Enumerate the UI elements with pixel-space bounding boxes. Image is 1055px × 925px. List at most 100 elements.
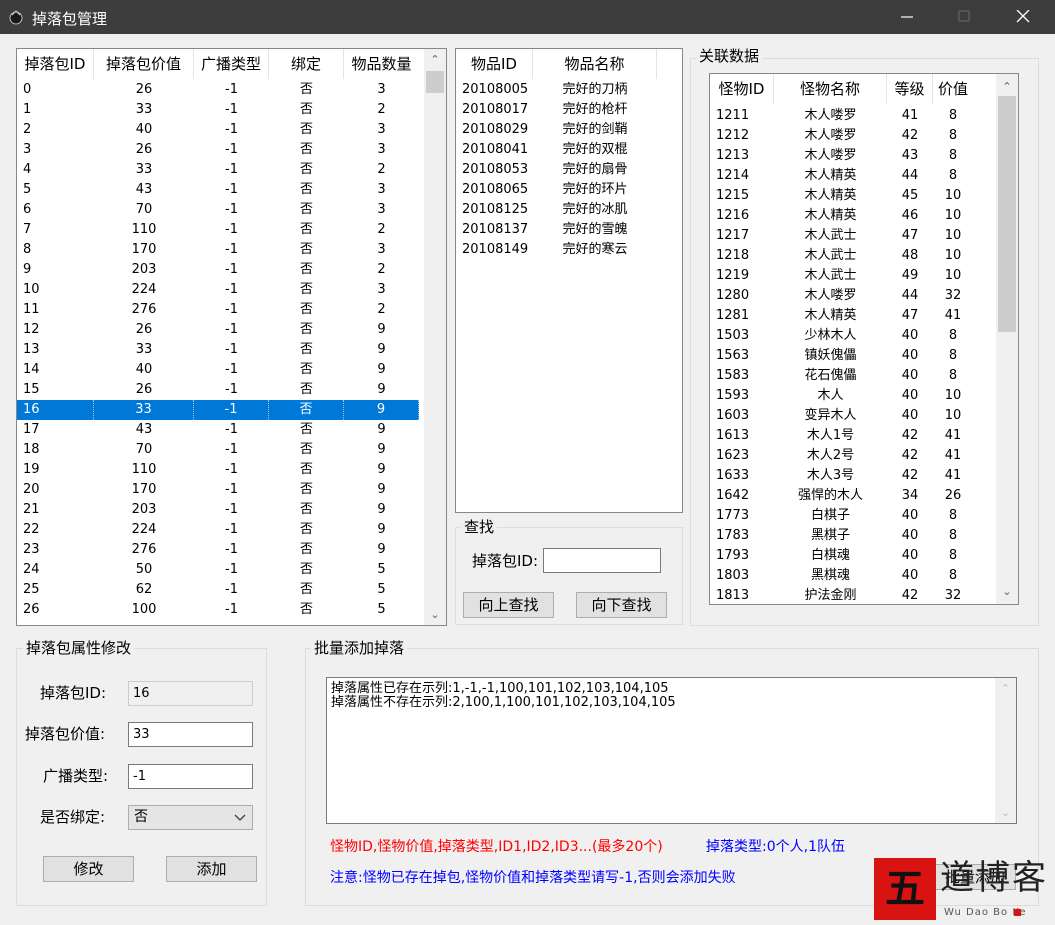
scroll-thumb[interactable] <box>426 71 444 93</box>
table-row[interactable]: 0 26 -1 否 3 <box>17 80 419 100</box>
table-row[interactable]: 20 170 -1 否 9 <box>17 480 419 500</box>
monster-id-cell: 1633 <box>716 468 750 483</box>
scroll-down-arrow-icon[interactable]: ⌄ <box>996 583 1018 600</box>
table-row[interactable]: 1216 木人精英 46 10 <box>710 206 974 226</box>
table-row[interactable]: 17 43 -1 否 9 <box>17 420 419 440</box>
table-row[interactable]: 1793 白棋魂 40 8 <box>710 546 974 566</box>
table-row[interactable]: 14 40 -1 否 9 <box>17 360 419 380</box>
table-row[interactable]: 1 33 -1 否 2 <box>17 100 419 120</box>
add-button[interactable]: 添加 <box>166 856 257 882</box>
column-header-item-name[interactable]: 物品名称 <box>533 49 657 79</box>
column-header-monster-id[interactable]: 怪物ID <box>710 74 774 104</box>
table-row[interactable]: 5 43 -1 否 3 <box>17 180 419 200</box>
item-list[interactable]: 物品ID 物品名称 20108005 完好的刀柄 20108017 完好的枪杆 2010… <box>455 48 683 513</box>
table-row[interactable]: 1623 木人2号 42 41 <box>710 446 974 466</box>
related-monster-list[interactable]: 怪物ID 怪物名称 等级 价值 1211 木人喽罗 41 8 1212 木人喽罗 42 8 12… <box>709 73 1019 605</box>
table-row[interactable]: 23 276 -1 否 9 <box>17 540 419 560</box>
table-row[interactable]: 1783 黑棋子 40 8 <box>710 526 974 546</box>
column-header-level[interactable]: 等级 <box>887 74 933 104</box>
table-row[interactable]: 4 33 -1 否 2 <box>17 160 419 180</box>
table-row[interactable]: 1583 花石傀儡 40 8 <box>710 366 974 386</box>
table-row[interactable]: 20108053 完好的扇骨 <box>456 160 657 180</box>
table-row[interactable]: 1215 木人精英 45 10 <box>710 186 974 206</box>
table-row[interactable]: 18 70 -1 否 9 <box>17 440 419 460</box>
scroll-up-arrow-icon[interactable]: ⌃ <box>424 51 446 68</box>
column-header-drop-value[interactable]: 掉落包价值 <box>94 49 194 79</box>
table-row[interactable]: 20108041 完好的双棍 <box>456 140 657 160</box>
table-row[interactable]: 1217 木人武士 47 10 <box>710 226 974 246</box>
table-row[interactable]: 20108137 完好的雪魄 <box>456 220 657 240</box>
table-row[interactable]: 19 110 -1 否 9 <box>17 460 419 480</box>
table-row[interactable]: 20108005 完好的刀柄 <box>456 80 657 100</box>
table-row[interactable]: 1212 木人喽罗 42 8 <box>710 126 974 146</box>
scroll-up-arrow-icon[interactable]: ⌃ <box>996 78 1018 95</box>
edit-value-field[interactable]: 33 <box>128 722 253 747</box>
table-row[interactable]: 22 224 -1 否 9 <box>17 520 419 540</box>
scroll-up-arrow-icon[interactable]: ⌃ <box>995 680 1016 697</box>
table-row[interactable]: 1642 强悍的木人 34 26 <box>710 486 974 506</box>
table-row[interactable]: 1773 白棋子 40 8 <box>710 506 974 526</box>
table-row[interactable]: 1214 木人精英 44 8 <box>710 166 974 186</box>
scroll-down-arrow-icon[interactable]: ⌄ <box>424 606 446 623</box>
column-header-drop-id[interactable]: 掉落包ID <box>17 49 94 79</box>
table-row[interactable]: 20108029 完好的剑鞘 <box>456 120 657 140</box>
item-count-cell: 2 <box>377 222 386 237</box>
modify-button[interactable]: 修改 <box>43 856 134 882</box>
table-row[interactable]: 20108017 完好的枪杆 <box>456 100 657 120</box>
table-row[interactable]: 1593 木人 40 10 <box>710 386 974 406</box>
table-row[interactable]: 20108125 完好的冰肌 <box>456 200 657 220</box>
maximize-button[interactable] <box>941 0 987 34</box>
table-row[interactable]: 1281 木人精英 47 41 <box>710 306 974 326</box>
table-row[interactable]: 1803 黑棋魂 40 8 <box>710 566 974 586</box>
table-row[interactable]: 6 70 -1 否 3 <box>17 200 419 220</box>
table-row[interactable]: 1213 木人喽罗 43 8 <box>710 146 974 166</box>
table-row[interactable]: 11 276 -1 否 2 <box>17 300 419 320</box>
table-row[interactable]: 12 26 -1 否 9 <box>17 320 419 340</box>
scroll-thumb[interactable] <box>998 96 1016 332</box>
edit-bind-select[interactable]: 否 <box>128 805 253 830</box>
table-row[interactable]: 16 33 -1 否 9 <box>17 400 419 420</box>
batch-textarea-scrollbar[interactable]: ⌃ ⌄ <box>995 678 1016 823</box>
table-row[interactable]: 1219 木人武士 49 10 <box>710 266 974 286</box>
close-button[interactable] <box>1000 0 1046 34</box>
search-id-input[interactable] <box>543 548 661 573</box>
table-row[interactable]: 3 26 -1 否 3 <box>17 140 419 160</box>
batch-input-textarea[interactable]: 掉落属性已存在示列:1,-1,-1,100,101,102,103,104,10… <box>326 677 1017 824</box>
table-row[interactable]: 20108149 完好的寒云 <box>456 240 657 260</box>
table-row[interactable]: 1633 木人3号 42 41 <box>710 466 974 486</box>
column-header-item-id[interactable]: 物品ID <box>456 49 533 79</box>
table-row[interactable]: 1813 护法金刚 42 32 <box>710 586 974 604</box>
table-row[interactable]: 1613 木人1号 42 41 <box>710 426 974 446</box>
table-row[interactable]: 9 203 -1 否 2 <box>17 260 419 280</box>
search-up-button[interactable]: 向上查找 <box>463 592 554 618</box>
edit-broadcast-field[interactable]: -1 <box>128 764 253 789</box>
related-list-scrollbar[interactable]: ⌃ ⌄ <box>996 74 1018 604</box>
table-row[interactable]: 1563 镇妖傀儡 40 8 <box>710 346 974 366</box>
column-header-broadcast-type[interactable]: 广播类型 <box>194 49 269 79</box>
table-row[interactable]: 1603 变异木人 40 10 <box>710 406 974 426</box>
drop-package-list[interactable]: 掉落包ID 掉落包价值 广播类型 绑定 物品数量 0 26 -1 否 3 1 33 -1 否 2 2… <box>16 48 447 626</box>
table-row[interactable]: 2 40 -1 否 3 <box>17 120 419 140</box>
column-header-bind[interactable]: 绑定 <box>269 49 344 79</box>
table-row[interactable]: 25 62 -1 否 5 <box>17 580 419 600</box>
column-header-item-count[interactable]: 物品数量 <box>344 49 419 79</box>
table-row[interactable]: 8 170 -1 否 3 <box>17 240 419 260</box>
table-row[interactable]: 26 100 -1 否 5 <box>17 600 419 620</box>
table-row[interactable]: 1211 木人喽罗 41 8 <box>710 106 974 126</box>
table-row[interactable]: 10 224 -1 否 3 <box>17 280 419 300</box>
table-row[interactable]: 7 110 -1 否 2 <box>17 220 419 240</box>
table-row[interactable]: 1503 少林木人 40 8 <box>710 326 974 346</box>
table-row[interactable]: 15 26 -1 否 9 <box>17 380 419 400</box>
table-row[interactable]: 1280 木人喽罗 44 32 <box>710 286 974 306</box>
column-header-worth[interactable]: 价值 <box>933 74 973 104</box>
search-down-button[interactable]: 向下查找 <box>576 592 667 618</box>
table-row[interactable]: 13 33 -1 否 9 <box>17 340 419 360</box>
table-row[interactable]: 1218 木人武士 48 10 <box>710 246 974 266</box>
table-row[interactable]: 24 50 -1 否 5 <box>17 560 419 580</box>
drop-list-scrollbar[interactable]: ⌃ ⌄ <box>424 49 446 625</box>
table-row[interactable]: 21 203 -1 否 9 <box>17 500 419 520</box>
scroll-down-arrow-icon[interactable]: ⌄ <box>995 804 1016 821</box>
minimize-button[interactable] <box>884 0 930 34</box>
table-row[interactable]: 20108065 完好的环片 <box>456 180 657 200</box>
column-header-monster-name[interactable]: 怪物名称 <box>774 74 887 104</box>
